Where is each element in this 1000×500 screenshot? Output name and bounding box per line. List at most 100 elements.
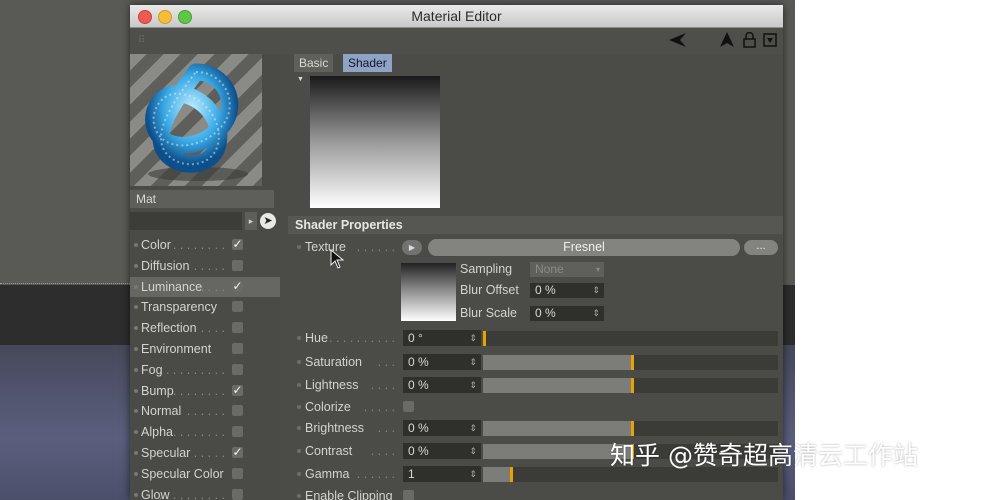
property-value-field[interactable]: 0 ° ⇕ [403,330,481,346]
blur-scale-value: 0 % [535,306,556,320]
texture-thumbnail [401,263,456,321]
property-colorize: . . . . . Colorize [288,397,783,417]
channel-specular[interactable]: . . . . . Specular ✓ [130,443,280,463]
stepper-icon[interactable]: ⇕ [592,283,600,298]
material-preview[interactable] [130,54,262,186]
stepper-icon[interactable]: ⇕ [592,306,600,321]
channel-transparency[interactable]: Transparency [130,297,280,317]
property-value: 0 % [408,444,429,458]
texture-more-button[interactable]: ... [744,240,778,255]
channel-checkbox[interactable] [232,488,243,500]
viewport-dotted-line [0,283,130,284]
channel-checkbox[interactable] [232,363,243,375]
shader-preview [310,76,440,208]
property-value-field[interactable]: 0 % ⇕ [403,354,481,370]
material-editor-window: Material Editor ⠿ Mat ▸ ➤ . . . . . . . … [130,5,783,500]
property-label: Lightness [305,378,359,392]
channel-checkbox[interactable]: ✓ [232,384,243,396]
channel-checkbox[interactable] [232,405,243,417]
property-value-field[interactable]: 0 % ⇕ [403,377,481,393]
channel-label: Color [141,238,171,252]
grip-icon: ⠿ [138,35,146,46]
property-checkbox[interactable] [403,490,414,500]
stepper-icon[interactable]: ⇕ [469,420,477,436]
slider-knob[interactable] [631,378,634,393]
slider-fill [483,467,510,482]
pointer-up-icon[interactable] [720,32,734,53]
collapse-triangle-icon[interactable]: ▼ [297,76,304,83]
stepper-icon[interactable]: ⇕ [469,466,477,482]
channel-glow[interactable]: . . . . . . . . . . Glow [130,485,280,500]
stepper-icon[interactable]: ⇕ [469,443,477,459]
channel-fog[interactable]: . . . . . . . . . . Fog [130,360,280,380]
slider-fill [483,444,631,459]
stepper-icon[interactable]: ⇕ [469,377,477,393]
white-margin [795,0,1000,500]
property-hue: . . . . . . . . . . Hue 0 ° ⇕ [288,328,783,348]
slider-knob[interactable] [510,467,513,482]
property-slider[interactable] [483,378,778,393]
channel-diffusion[interactable]: . . . . . . Diffusion [130,256,280,276]
channel-checkbox[interactable] [232,259,243,271]
property-value-field[interactable]: 0 % ⇕ [403,443,481,459]
property-saturation: . . . Saturation 0 % ⇕ [288,352,783,372]
material-picker-button[interactable]: ➤ [260,213,276,229]
title-bar[interactable]: Material Editor [130,5,783,28]
channel-checkbox[interactable] [232,301,243,313]
channel-checkbox[interactable]: ✓ [232,280,243,292]
slider-knob[interactable] [631,421,634,436]
property-dot-icon [297,336,301,340]
slider-fill [483,355,631,370]
tab-shader[interactable]: Shader [343,54,392,72]
channel-luminance[interactable]: . . . . Luminance ✓ [130,276,280,297]
blur-offset-value: 0 % [535,283,556,297]
stepper-icon[interactable]: ⇕ [469,330,477,346]
property-dot-icon [297,405,301,409]
property-value-field[interactable]: 0 % ⇕ [403,420,481,436]
channel-color[interactable]: . . . . . . . . Color ✓ [130,235,280,255]
texture-play-icon[interactable]: ▶ [402,240,422,255]
property-value-field[interactable]: 1 ⇕ [403,466,481,482]
channel-bump[interactable]: . . . . . . . . Bump ✓ [130,381,280,401]
channel-normal[interactable]: . . . . . . Normal [130,401,280,421]
blur-scale-field[interactable]: 0 % ⇕ [530,306,604,321]
blur-offset-field[interactable]: 0 % ⇕ [530,283,604,298]
channel-environment[interactable]: Environment [130,339,280,359]
window-title: Material Editor [411,8,502,24]
channel-checkbox[interactable] [232,322,243,334]
material-field[interactable] [130,212,242,230]
lock-icon[interactable] [743,31,756,53]
texture-row: Texture . . . . . . ▶ Fresnel ... [288,237,783,257]
property-label: Gamma [305,467,350,481]
channel-alpha[interactable]: . . . . . . . . Alpha [130,422,280,442]
channel-checkbox[interactable]: ✓ [232,446,243,458]
property-label: Brightness [305,421,365,435]
sampling-select[interactable]: None ▾ [530,262,604,277]
channel-label: Diffusion [141,258,190,273]
channel-checkbox[interactable] [232,467,243,479]
slider-knob[interactable] [483,331,486,346]
material-name[interactable]: Mat [130,190,274,208]
slider-knob[interactable] [631,355,634,370]
watermark: 知乎 @赞奇超高清云工作站 [610,441,918,470]
back-arrow-icon[interactable] [669,32,687,53]
stepper-icon[interactable]: ⇕ [469,354,477,370]
channel-reflection[interactable]: . . . . Reflection [130,318,280,338]
property-slider[interactable] [483,355,778,370]
channel-label: Transparency [141,300,217,315]
property-label: Contrast [305,444,353,458]
property-value: 0 % [408,355,429,369]
channel-checkbox[interactable]: ✓ [232,238,243,250]
channel-checkbox[interactable] [232,343,243,354]
material-arrow-button[interactable]: ▸ [245,212,257,230]
texture-shader-button[interactable]: Fresnel [428,239,740,256]
channel-specular-color[interactable]: Specular Color [130,464,280,484]
mouse-cursor-icon [330,248,345,274]
channel-checkbox[interactable] [232,426,243,438]
new-window-icon[interactable] [763,32,777,53]
property-checkbox[interactable] [403,401,414,412]
tab-basic[interactable]: Basic [294,54,334,72]
property-value: 1 [408,467,415,481]
property-slider[interactable] [483,331,778,346]
property-slider[interactable] [483,421,778,436]
